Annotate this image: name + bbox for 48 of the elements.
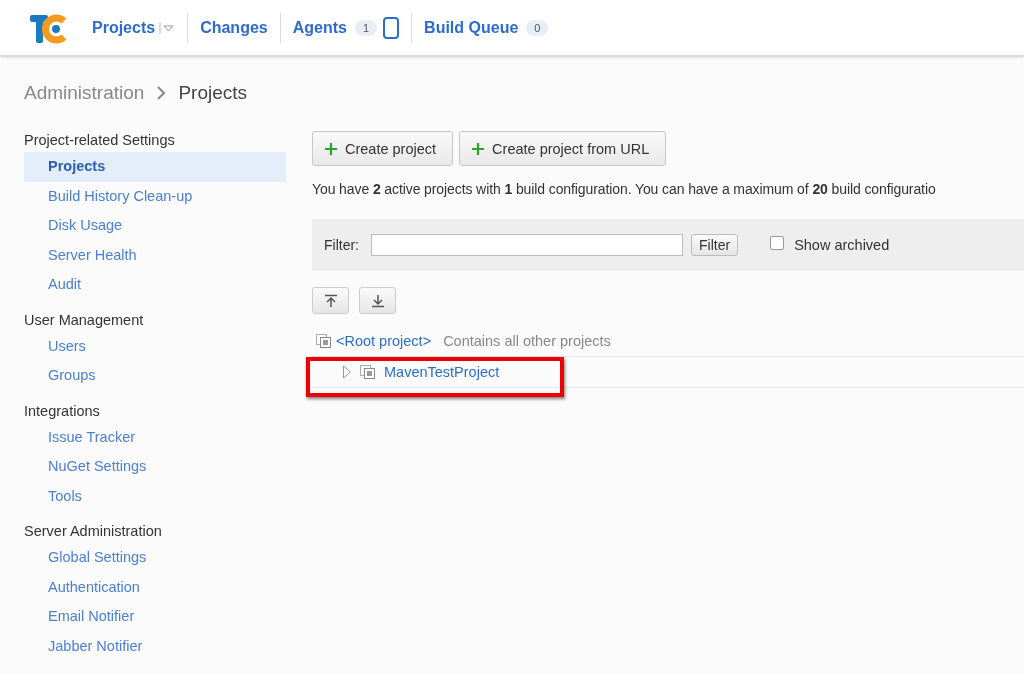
expand-all-button[interactable] xyxy=(359,287,396,314)
nav-link[interactable]: Build Queue xyxy=(424,18,519,37)
plus-icon xyxy=(325,142,337,155)
arrow-down-icon xyxy=(370,293,385,308)
sidebar-item[interactable]: Groups xyxy=(24,361,286,391)
nav-link[interactable]: Projects xyxy=(92,18,156,37)
project-icon xyxy=(316,334,332,348)
count-badge: 1 xyxy=(354,19,378,36)
breadcrumb-item[interactable]: Administration xyxy=(24,82,145,104)
group-title: User Management xyxy=(24,311,145,328)
sidebar-item[interactable]: Projects xyxy=(24,152,286,182)
group-title: Server Administration xyxy=(24,523,163,539)
project-icon xyxy=(360,365,376,379)
sidebar-item[interactable]: Users xyxy=(24,331,286,361)
sidebar-item[interactable]: Audit xyxy=(24,270,286,300)
sidebar-item[interactable]: NuGet Settings xyxy=(24,452,286,482)
collapse-all-button[interactable] xyxy=(312,287,349,314)
plus-icon xyxy=(472,142,485,155)
group-title: Project-related Settings xyxy=(24,132,176,148)
nav-link[interactable]: Agents xyxy=(292,18,347,37)
expand-icon[interactable] xyxy=(342,365,352,379)
count-badge: 0 xyxy=(526,19,549,36)
sidebar-item[interactable]: Email Notifier xyxy=(24,602,286,632)
sidebar-item[interactable]: Jabber Notifier xyxy=(24,631,286,661)
project-link[interactable]: <Root project> xyxy=(336,333,432,349)
sidebar-item[interactable]: Server Health xyxy=(24,240,286,270)
sidebar-item[interactable]: Authentication xyxy=(24,572,286,602)
group-title: Integrations xyxy=(24,402,101,419)
sidebar-item[interactable]: Tools xyxy=(24,481,286,511)
filter-button[interactable]: Filter xyxy=(691,234,739,256)
summary-text: You have 2 active projects with 1 build configuration. You can have a maximum of 20 build configuratio xyxy=(312,181,937,197)
show-archived-checkbox[interactable] xyxy=(770,236,785,250)
breadcrumb-item: Projects xyxy=(178,82,248,104)
chevron-icon xyxy=(156,85,167,101)
checkbox-label: Show archived xyxy=(794,237,890,253)
sidebar-item[interactable]: Build History Clean-up xyxy=(24,181,286,211)
sidebar-item[interactable]: Disk Usage xyxy=(24,211,286,241)
arrow-up-icon xyxy=(323,293,338,308)
project-description: Contains all other projects xyxy=(443,333,611,349)
project-link[interactable]: MavenTestProject xyxy=(384,364,500,380)
nav-link[interactable]: Changes xyxy=(200,18,268,37)
create-button[interactable]: Create project xyxy=(312,131,454,166)
agent-icon[interactable] xyxy=(383,16,400,39)
filter-field[interactable] xyxy=(371,234,683,256)
filter-label: Filter: xyxy=(324,237,359,253)
sidebar-item[interactable]: Issue Tracker xyxy=(24,422,286,452)
create-button[interactable]: Create project from URL xyxy=(459,131,667,166)
sidebar-item[interactable]: Global Settings xyxy=(24,543,286,573)
